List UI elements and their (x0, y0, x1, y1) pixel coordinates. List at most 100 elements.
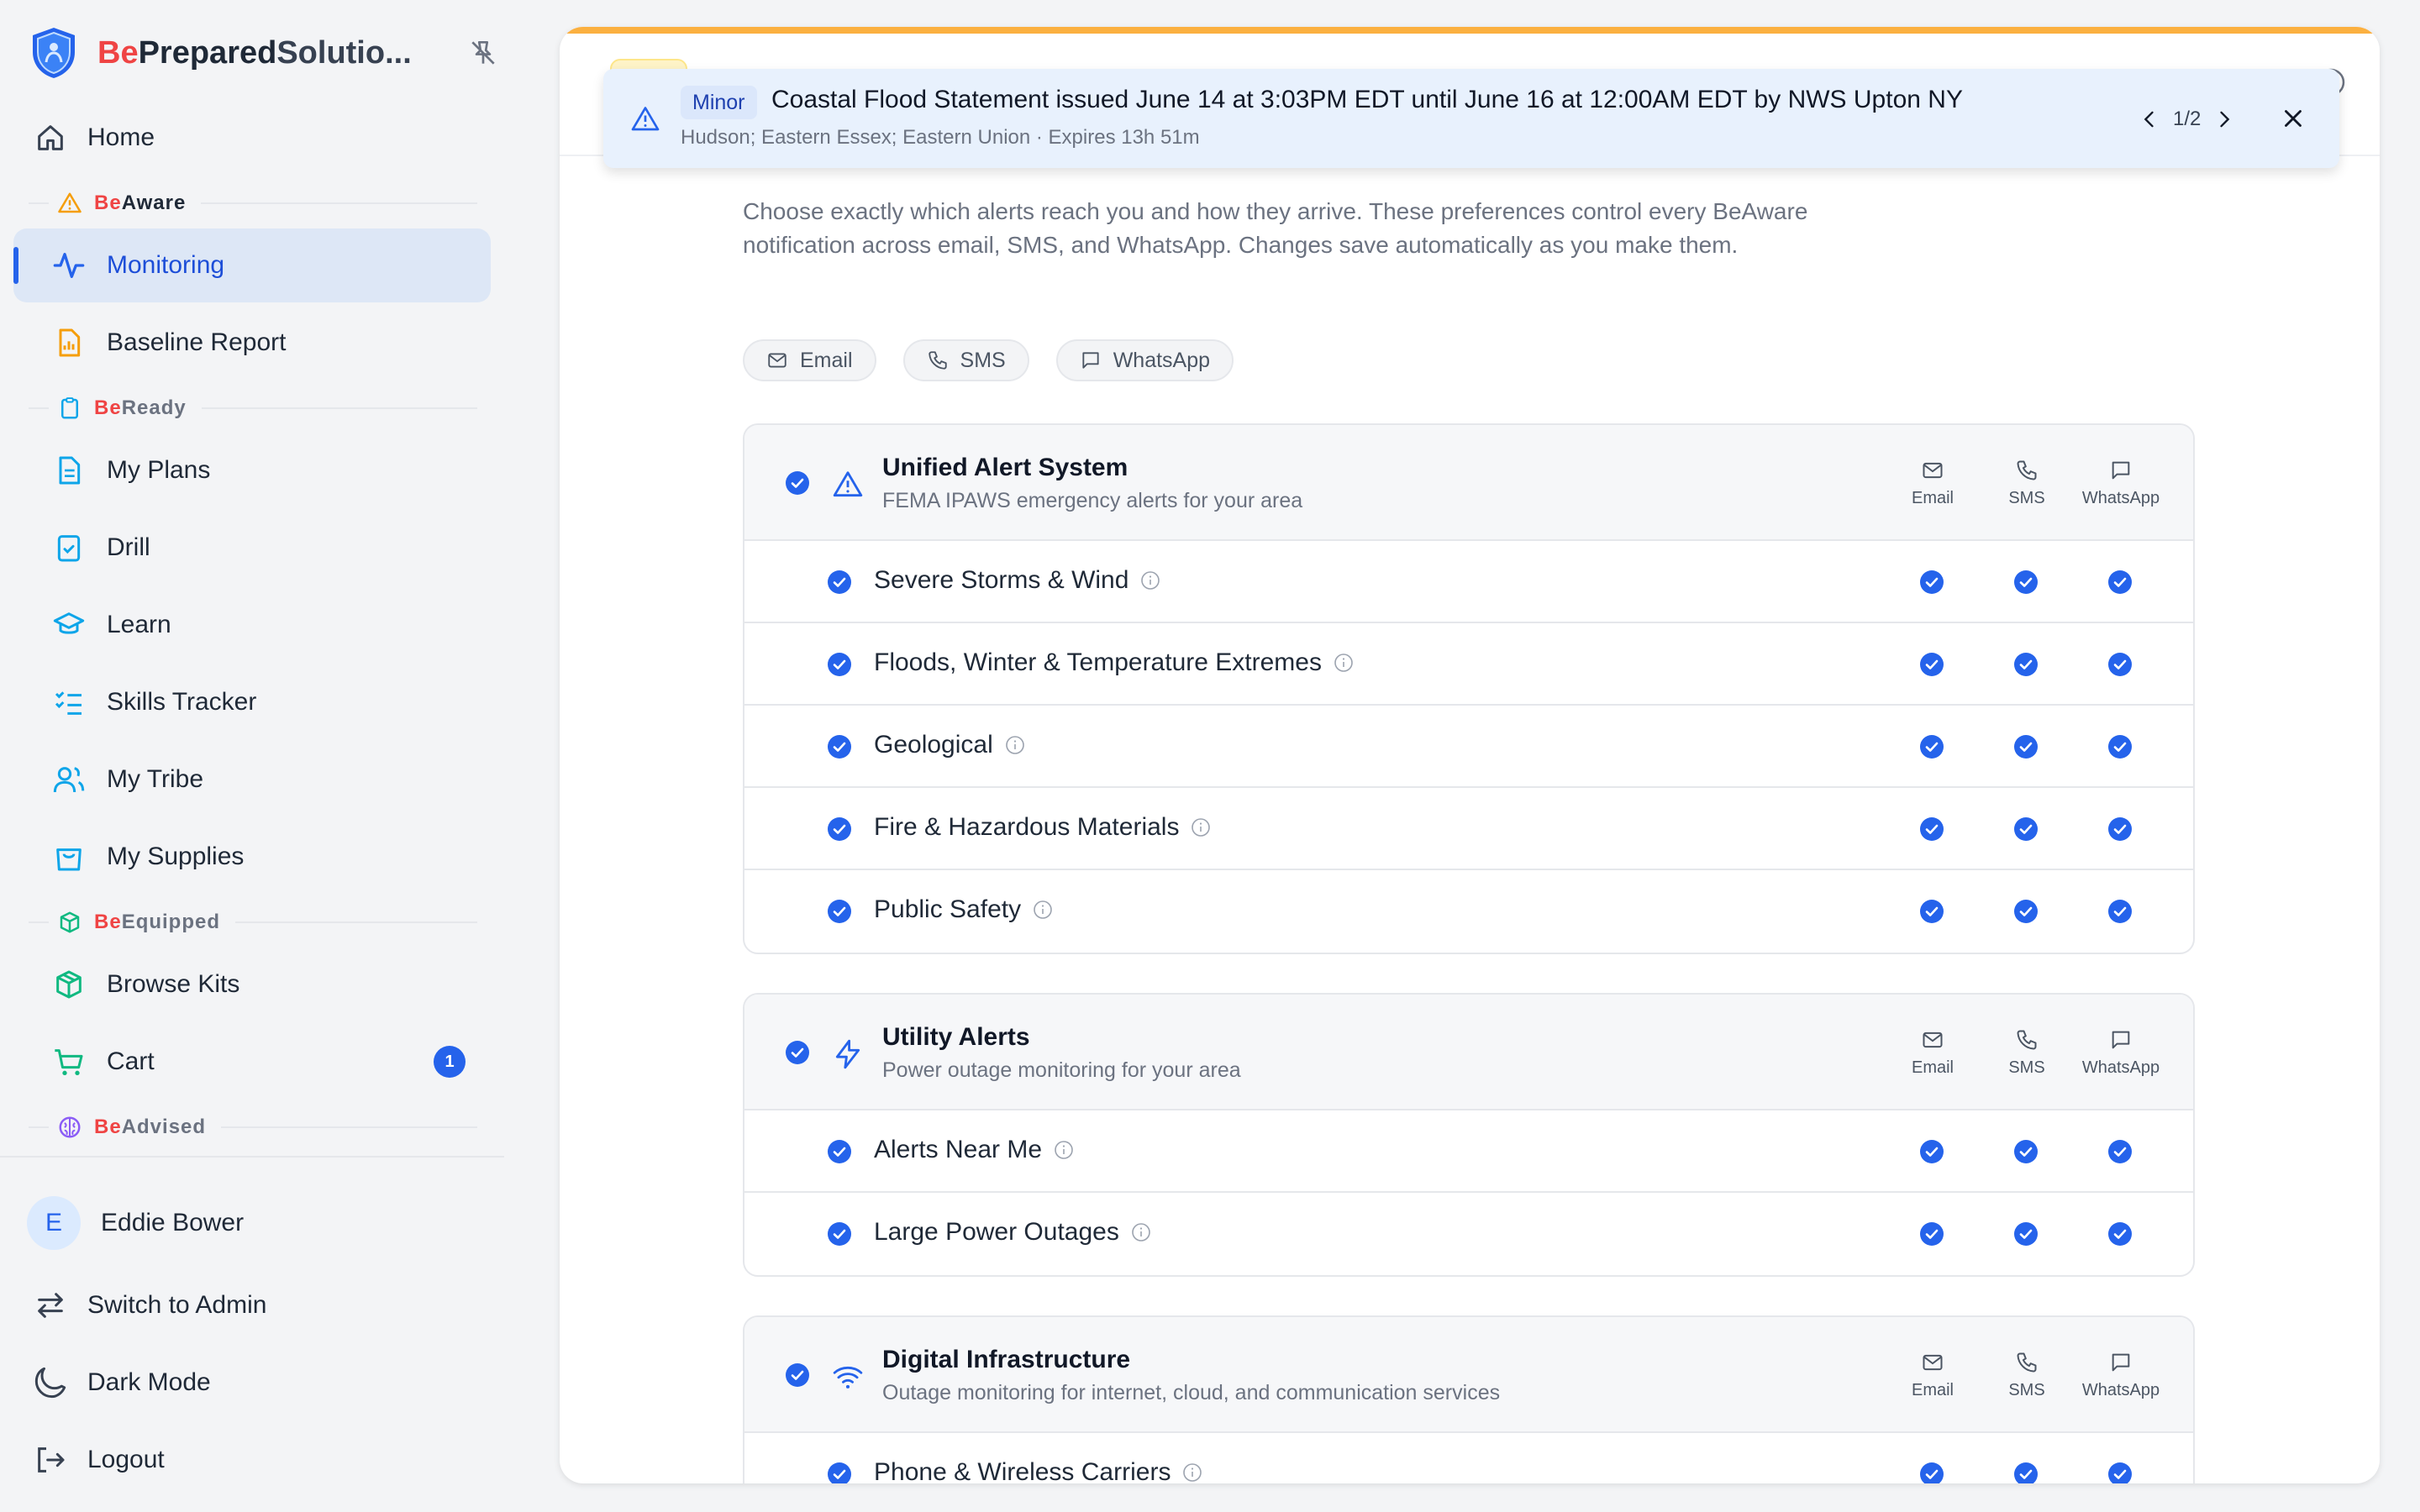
sidebar-item-label: Monitoring (107, 251, 225, 279)
chat-icon (2109, 1028, 2133, 1052)
alert-row: Severe Storms & Wind (744, 541, 2193, 623)
mail-icon (1921, 459, 1944, 482)
alert-type-label: Alerts Near Me (874, 1136, 1043, 1163)
info-icon[interactable] (1033, 900, 1053, 920)
sidebar-item-cart[interactable]: Cart 1 (13, 1025, 491, 1099)
group-checkbox[interactable] (785, 470, 810, 496)
switch-to-admin-button[interactable]: Switch to Admin (13, 1268, 491, 1342)
sidebar-item-label: Drill (107, 533, 150, 561)
group-header: Digital Infrastructure Outage monitoring… (744, 1317, 2193, 1433)
alert-type-label: Public Safety (874, 895, 1022, 923)
alert-row: Phone & Wireless Carriers (744, 1433, 2193, 1483)
sms-checkbox[interactable] (2013, 734, 2039, 759)
group-title: Unified Alert System (882, 454, 1128, 481)
channel-header-sms: SMS (1976, 1351, 2077, 1400)
whatsapp-checkbox[interactable] (2107, 1139, 2133, 1164)
logout-button[interactable]: Logout (13, 1423, 491, 1497)
whatsapp-checkbox[interactable] (2107, 734, 2133, 759)
email-checkbox[interactable] (1919, 652, 1944, 677)
package-icon (56, 970, 82, 999)
alert-row: Fire & Hazardous Materials (744, 788, 2193, 870)
close-icon[interactable] (2279, 104, 2307, 133)
sidebar-item-baseline-report[interactable]: Baseline Report (13, 306, 491, 380)
home-icon (38, 125, 63, 150)
sidebar-item-drill[interactable]: Drill (13, 511, 491, 585)
alert-row: Public Safety (744, 870, 2193, 953)
logout-icon (38, 1447, 65, 1473)
scroll-clip: Digital Infrastructure Outage monitoring… (560, 1310, 2380, 1483)
warning-accent-bar (560, 27, 2380, 34)
email-checkbox[interactable] (1919, 1462, 1944, 1483)
whatsapp-checkbox[interactable] (2107, 1462, 2133, 1483)
channel-header-sms: SMS (1976, 459, 2077, 508)
sms-checkbox[interactable] (2013, 1139, 2039, 1164)
sidebar-item-learn[interactable]: Learn (13, 588, 491, 662)
whatsapp-checkbox[interactable] (2107, 1221, 2133, 1247)
sidebar-item-label: Logout (87, 1446, 165, 1473)
group-subtitle: Power outage monitoring for your area (882, 1058, 1241, 1082)
info-icon[interactable] (1054, 1140, 1074, 1160)
shield-logo-icon (33, 28, 75, 78)
sms-checkbox[interactable] (2013, 652, 2039, 677)
wifi-icon (833, 1366, 863, 1389)
row-checkbox[interactable] (827, 570, 852, 595)
chevron-left-icon[interactable] (2138, 108, 2161, 131)
info-icon[interactable] (1334, 653, 1354, 673)
whatsapp-checkbox[interactable] (2107, 570, 2133, 595)
info-icon[interactable] (1182, 1462, 1202, 1483)
unpin-icon[interactable] (467, 37, 499, 69)
sidebar-item-monitoring[interactable]: Monitoring (13, 228, 491, 302)
lightning-icon (835, 1039, 860, 1069)
whatsapp-checkbox[interactable] (2107, 652, 2133, 677)
email-checkbox[interactable] (1919, 734, 1944, 759)
info-icon[interactable] (1191, 817, 1211, 837)
sms-checkbox[interactable] (2013, 899, 2039, 924)
whatsapp-checkbox[interactable] (2107, 816, 2133, 842)
row-checkbox[interactable] (827, 1221, 852, 1247)
alert-banner[interactable]: Minor Coastal Flood Statement issued Jun… (603, 69, 2339, 168)
sms-checkbox[interactable] (2013, 1221, 2039, 1247)
severity-badge: Minor (681, 86, 757, 119)
alert-type-label: Phone & Wireless Carriers (874, 1458, 1171, 1483)
email-checkbox[interactable] (1919, 899, 1944, 924)
group-title: Digital Infrastructure (882, 1346, 1131, 1373)
sms-chip[interactable]: SMS (902, 339, 1029, 381)
sidebar-item-browse-kits[interactable]: Browse Kits (13, 948, 491, 1021)
sms-checkbox[interactable] (2013, 1462, 2039, 1483)
alert-type-label: Fire & Hazardous Materials (874, 813, 1180, 841)
email-checkbox[interactable] (1919, 570, 1944, 595)
sidebar-item-home[interactable]: Home (13, 101, 491, 175)
whatsapp-checkbox[interactable] (2107, 899, 2133, 924)
sms-checkbox[interactable] (2013, 570, 2039, 595)
row-checkbox[interactable] (827, 652, 852, 677)
mail-icon (1921, 1028, 1944, 1052)
email-checkbox[interactable] (1919, 1139, 1944, 1164)
chevron-right-icon[interactable] (2212, 108, 2236, 131)
sidebar-item-my-tribe[interactable]: My Tribe (13, 743, 491, 816)
chat-icon (1080, 349, 1102, 371)
row-checkbox[interactable] (827, 734, 852, 759)
row-checkbox[interactable] (827, 816, 852, 842)
brand[interactable]: BePreparedSolutio... (29, 25, 495, 81)
group-checkbox[interactable] (785, 1040, 810, 1065)
sidebar-item-label: Browse Kits (107, 970, 240, 998)
alert-row: Large Power Outages (744, 1193, 2193, 1275)
email-checkbox[interactable] (1919, 1221, 1944, 1247)
email-chip[interactable]: Email (743, 339, 876, 381)
row-checkbox[interactable] (827, 1462, 852, 1483)
whatsapp-chip[interactable]: WhatsApp (1055, 339, 1234, 381)
sidebar-item-my-plans[interactable]: My Plans (13, 433, 491, 507)
info-icon[interactable] (1005, 735, 1025, 755)
avatar: E (27, 1196, 81, 1250)
email-checkbox[interactable] (1919, 816, 1944, 842)
sidebar-item-my-supplies[interactable]: My Supplies (13, 820, 491, 894)
row-checkbox[interactable] (827, 1139, 852, 1164)
info-icon[interactable] (1140, 570, 1160, 591)
group-checkbox[interactable] (785, 1362, 810, 1388)
info-icon[interactable] (1131, 1222, 1151, 1242)
sidebar-item-skills-tracker[interactable]: Skills Tracker (13, 665, 491, 739)
user-profile[interactable]: E Eddie Bower (27, 1196, 244, 1250)
row-checkbox[interactable] (827, 899, 852, 924)
dark-mode-toggle[interactable]: Dark Mode (13, 1346, 491, 1420)
sms-checkbox[interactable] (2013, 816, 2039, 842)
